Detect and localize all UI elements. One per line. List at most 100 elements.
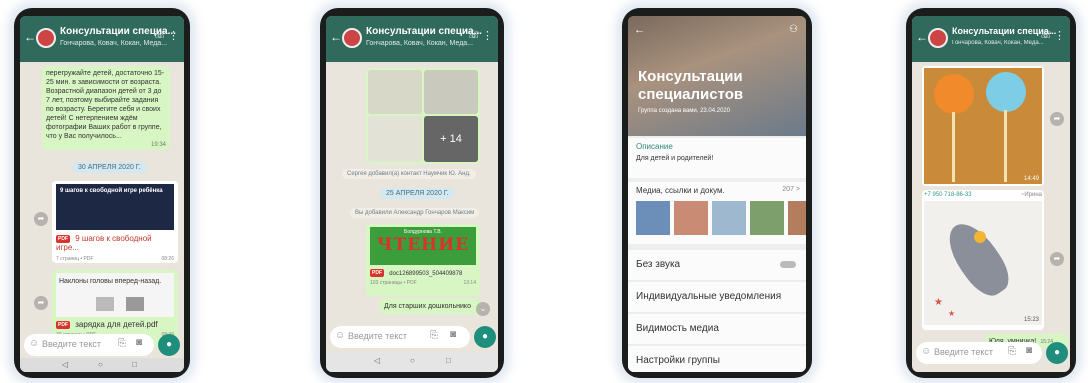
input-placeholder: Введите текст <box>934 347 993 357</box>
mic-button[interactable]: ● <box>474 326 496 348</box>
group-info-screen: ← ⚇ Консультации специалистов Группа соз… <box>628 16 806 372</box>
attach-icon[interactable]: ⎘ <box>430 330 438 341</box>
document-meta: 7 страниц • PDF <box>56 256 94 262</box>
forward-icon[interactable]: ➦ <box>34 212 48 226</box>
phone-screenshot-2: ← Консультации специа... Гончарова, Кова… <box>320 8 504 378</box>
android-nav-bar: ◁ ○ □ <box>326 352 498 372</box>
nav-recents-icon[interactable]: □ <box>132 360 137 369</box>
image-time: 14:49 <box>1023 176 1039 182</box>
media-thumbnail[interactable] <box>750 201 784 235</box>
message-input[interactable]: ☺ Введите текст ⎘ ◙ <box>916 342 1042 364</box>
system-message: Вы добавили Александр Гончаров Максим <box>350 208 480 218</box>
add-call-icon[interactable]: ☏ <box>153 30 166 41</box>
add-call-icon[interactable]: ☏ <box>1039 30 1052 41</box>
attach-icon[interactable]: ⎘ <box>1008 346 1016 357</box>
chat-header[interactable]: ← Консультации специа... Гончарова, Кова… <box>912 16 1070 62</box>
nav-back-icon[interactable]: ◁ <box>62 360 68 369</box>
media-section[interactable]: Медиа, ссылки и докум. 207 > <box>628 182 806 244</box>
flower-craft-image[interactable]: 14:49 <box>924 68 1042 184</box>
back-arrow-icon[interactable]: ← <box>634 24 645 36</box>
emoji-icon[interactable]: ☺ <box>335 330 345 341</box>
scroll-down-icon[interactable]: ⌄ <box>476 302 490 316</box>
mute-row[interactable]: Без звука <box>628 250 806 280</box>
banner-title: ЧТЕНИЕ <box>376 235 470 255</box>
document-meta: 103 страницы • PDF <box>370 280 417 286</box>
camera-icon[interactable]: ◙ <box>136 337 142 348</box>
document-preview-title: 9 шагов к свободной игре ребёнка <box>60 188 163 194</box>
document-message[interactable]: Болдурнова Т.В. ЧТЕНИЕ PDF doc126899503_… <box>366 224 480 296</box>
chat-header[interactable]: ← Консультации специа... Гончарова, Кова… <box>326 16 498 62</box>
media-visibility-row[interactable]: Видимость медиа <box>628 314 806 344</box>
group-settings-row[interactable]: Настройки группы <box>628 346 806 372</box>
back-arrow-icon[interactable]: ← <box>24 30 36 44</box>
image-message[interactable]: 14:49 <box>922 66 1044 186</box>
camera-icon[interactable]: ◙ <box>1026 345 1032 356</box>
message-bubble[interactable]: Для старших дошкольнико <box>380 298 480 314</box>
chat-screen: ← Консультации специа... Гончарова, Кова… <box>20 16 184 372</box>
mic-icon: ● <box>481 331 489 342</box>
forward-icon[interactable]: ➦ <box>1050 112 1064 126</box>
group-avatar[interactable] <box>928 28 948 48</box>
chat-subtitle: Гончарова, Ковач, Кокан, Меда... <box>60 40 168 47</box>
document-row: PDF doc126899503_504409878 <box>370 268 476 277</box>
back-arrow-icon[interactable]: ← <box>916 30 928 44</box>
media-thumbnail[interactable] <box>674 201 708 235</box>
message-text: перегружайте детей, достаточно 15-25 мин… <box>46 70 165 140</box>
description-text: Для детей и родителей! <box>636 155 714 162</box>
forward-icon[interactable]: ➦ <box>1050 252 1064 266</box>
custom-notifications-label: Индивидуальные уведомления <box>636 291 782 302</box>
document-time: 08:26 <box>161 256 174 262</box>
media-thumbnail[interactable] <box>712 201 746 235</box>
image-time: 15:23 <box>1023 317 1039 323</box>
custom-notifications-row[interactable]: Индивидуальные уведомления <box>628 282 806 312</box>
group-avatar[interactable] <box>342 28 362 48</box>
group-avatar[interactable] <box>36 28 56 48</box>
rocket-craft-image[interactable]: ★ ★ 15:23 <box>924 201 1042 325</box>
emoji-icon[interactable]: ☺ <box>29 338 39 349</box>
nav-home-icon[interactable]: ○ <box>410 356 415 365</box>
album-image[interactable] <box>424 70 478 114</box>
image-album[interactable]: + 14 <box>366 68 480 164</box>
message-input[interactable]: ☺ Введите текст ⎘ ◙ <box>24 334 154 356</box>
album-image[interactable] <box>368 116 422 162</box>
group-title-line1: Консультации <box>638 68 743 85</box>
sender-phone[interactable]: +7 950 718-86-33 <box>924 192 972 198</box>
document-row: PDF зарядка для детей.pdf <box>56 320 174 329</box>
forward-icon[interactable]: ➦ <box>34 296 48 310</box>
nav-back-icon[interactable]: ◁ <box>374 356 380 365</box>
description-section[interactable]: Описание Для детей и родителей! <box>628 138 806 178</box>
banner-author: Болдурнова Т.В. <box>404 229 442 235</box>
add-call-icon[interactable]: ☏ <box>467 30 480 41</box>
album-more[interactable]: + 14 <box>424 116 478 162</box>
add-person-icon[interactable]: ⚇ <box>789 24 798 35</box>
nav-recents-icon[interactable]: □ <box>446 356 451 365</box>
input-placeholder: Введите текст <box>42 339 101 349</box>
back-arrow-icon[interactable]: ← <box>330 30 342 44</box>
nav-home-icon[interactable]: ○ <box>98 360 103 369</box>
chat-header[interactable]: ← Консультации специа... Гончарова, Кова… <box>20 16 184 62</box>
menu-dots-icon[interactable]: ⋮ <box>482 29 493 42</box>
phone-screenshot-4: ← Консультации специа... Гончарова, Кова… <box>906 8 1076 378</box>
album-image[interactable] <box>368 70 422 114</box>
emoji-icon[interactable]: ☺ <box>921 346 931 357</box>
album-more-count: + 14 <box>440 133 462 145</box>
pdf-icon: PDF <box>56 320 70 329</box>
camera-icon[interactable]: ◙ <box>450 329 456 340</box>
message-input[interactable]: ☺ Введите текст ⎘ ◙ <box>330 326 470 348</box>
media-visibility-label: Видимость медиа <box>636 323 719 334</box>
menu-dots-icon[interactable]: ⋮ <box>168 29 179 42</box>
document-name: doc126899503_504409878 <box>389 271 463 277</box>
image-message[interactable]: +7 950 718-86-33 ~Ирина ★ ★ 15:23 <box>922 190 1044 330</box>
android-nav-bar: ◁ ○ □ <box>20 358 184 372</box>
mute-toggle[interactable] <box>780 261 796 268</box>
message-bubble[interactable]: перегружайте детей, достаточно 15-25 мин… <box>42 66 170 150</box>
media-thumbnail[interactable] <box>788 201 806 235</box>
mic-icon: ● <box>1053 347 1061 358</box>
mic-button[interactable]: ● <box>158 334 180 356</box>
media-thumbnail[interactable] <box>636 201 670 235</box>
menu-dots-icon[interactable]: ⋮ <box>1054 29 1065 42</box>
mic-button[interactable]: ● <box>1046 342 1068 364</box>
system-message: Сергея добавил(а) контакт Наумчик Ю. Анд… <box>342 169 476 179</box>
attach-icon[interactable]: ⎘ <box>118 338 126 349</box>
document-message[interactable]: 9 шагов к свободной игре ребёнка PDF 9 ш… <box>52 181 178 263</box>
